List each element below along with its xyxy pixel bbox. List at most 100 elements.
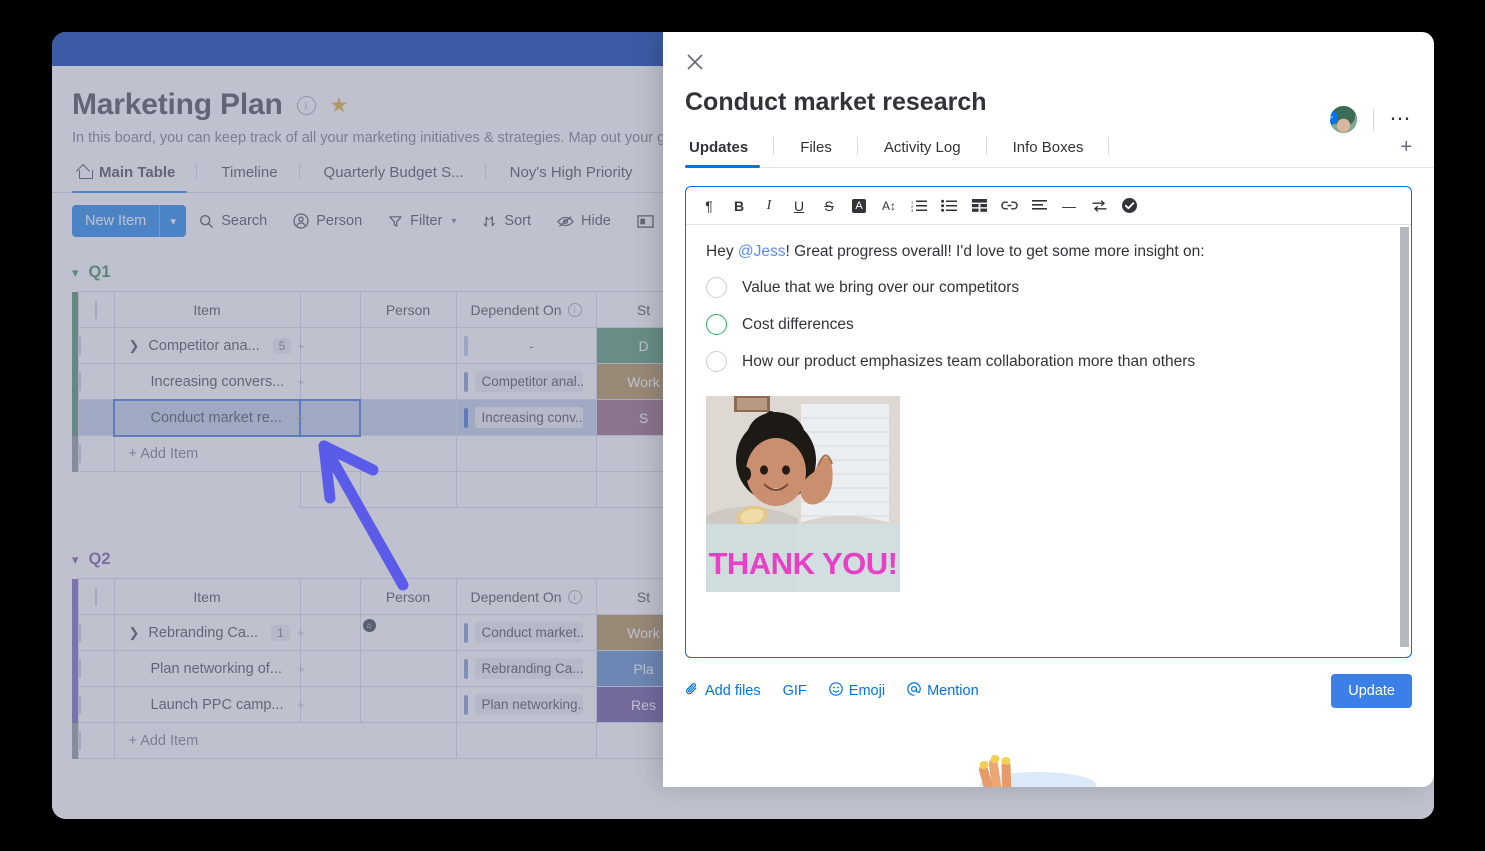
editor-scrollbar[interactable]: [1400, 227, 1409, 647]
person-cell[interactable]: [359, 650, 457, 687]
indent-icon[interactable]: [1084, 191, 1114, 221]
editor-content[interactable]: Hey @Jess! Great progress overall! I'd l…: [686, 225, 1411, 657]
chat-cell[interactable]: [299, 363, 361, 400]
person-cell[interactable]: [359, 363, 457, 400]
paragraph-icon[interactable]: ¶: [694, 191, 724, 221]
link-icon[interactable]: [994, 191, 1024, 221]
column-header-dependent-on[interactable]: Dependent On i: [455, 291, 597, 328]
column-header-person[interactable]: Person: [359, 291, 457, 328]
tab-updates[interactable]: Updates: [685, 133, 775, 168]
chat-cell[interactable]: [299, 650, 361, 687]
dependent-on-cell[interactable]: -: [455, 327, 597, 364]
dependency-value[interactable]: Competitor anal...: [474, 371, 583, 392]
add-tab-icon[interactable]: +: [1400, 136, 1412, 167]
strikethrough-icon[interactable]: S: [814, 191, 844, 221]
add-files-button[interactable]: Add files: [685, 682, 761, 700]
item-cell[interactable]: ❯ Competitor ana... 5: [113, 327, 301, 364]
row-select-cell[interactable]: [77, 686, 115, 723]
dependency-value[interactable]: Increasing conv...: [474, 407, 583, 428]
checklist-icon[interactable]: [1114, 191, 1144, 221]
chat-cell[interactable]: [299, 686, 361, 723]
update-button[interactable]: Update: [1331, 674, 1412, 708]
italic-icon[interactable]: I: [754, 191, 784, 221]
row-select-cell[interactable]: [77, 650, 115, 687]
person-cell[interactable]: [359, 327, 457, 364]
gif-button[interactable]: GIF: [783, 683, 807, 699]
row-select-cell[interactable]: [77, 327, 115, 364]
person-cell[interactable]: [359, 686, 457, 723]
chevron-down-icon[interactable]: ▾: [72, 265, 79, 281]
dependent-on-cell[interactable]: Conduct market...: [455, 614, 597, 651]
search-button[interactable]: Search: [186, 205, 280, 237]
close-icon[interactable]: [685, 52, 707, 74]
row-checkbox[interactable]: [78, 730, 81, 750]
more-options-icon[interactable]: ⋯: [1390, 109, 1413, 129]
row-select-cell[interactable]: [77, 722, 115, 759]
tab-noys-high-priority[interactable]: Noy's High Priority: [486, 160, 655, 192]
dependent-on-cell[interactable]: Plan networking...: [455, 686, 597, 723]
chat-cell[interactable]: [299, 614, 361, 651]
tab-main-table[interactable]: Main Table: [72, 160, 198, 193]
tab-quarterly-budget[interactable]: Quarterly Budget S...: [300, 160, 486, 192]
tab-timeline[interactable]: Timeline: [197, 160, 300, 192]
table-row[interactable]: Plan networking of... Rebranding Ca... P…: [72, 650, 692, 687]
item-cell[interactable]: Plan networking of...: [113, 650, 301, 687]
checkbox-circle-icon[interactable]: [706, 314, 727, 335]
emoji-button[interactable]: Emoji: [828, 682, 885, 700]
row-checkbox[interactable]: [78, 622, 81, 642]
chevron-down-icon[interactable]: ▾: [72, 552, 79, 568]
add-item-button[interactable]: + Add Item: [113, 722, 457, 759]
select-all-cell[interactable]: [77, 291, 115, 328]
mention-chip[interactable]: @Jess: [738, 243, 786, 260]
underline-icon[interactable]: U: [784, 191, 814, 221]
update-editor[interactable]: ¶ B I U S A A↕ 123 — Hey @Jess! Great pr…: [685, 186, 1412, 658]
checklist-item[interactable]: Cost differences: [706, 314, 1391, 335]
tab-info-boxes[interactable]: Info Boxes: [987, 133, 1110, 167]
filter-button[interactable]: Filter ▾: [375, 205, 469, 237]
info-icon[interactable]: i: [296, 95, 316, 115]
checklist-item[interactable]: Value that we bring over our competitors: [706, 277, 1391, 298]
table-row[interactable]: ❯ Competitor ana... 5 - D: [72, 327, 692, 364]
dependent-on-cell[interactable]: Increasing conv...: [455, 399, 597, 436]
dependency-value[interactable]: Conduct market...: [474, 622, 583, 643]
avatar[interactable]: +: [1329, 106, 1357, 133]
checkbox-circle-icon[interactable]: [706, 277, 727, 298]
tab-activity-log[interactable]: Activity Log: [858, 133, 987, 167]
tab-files[interactable]: Files: [774, 133, 858, 167]
add-item-row[interactable]: + Add Item: [72, 722, 692, 759]
bold-icon[interactable]: B: [724, 191, 754, 221]
select-all-checkbox[interactable]: [95, 587, 97, 606]
checkbox-circle-icon[interactable]: [706, 351, 727, 372]
row-checkbox[interactable]: [78, 407, 81, 427]
chevron-down-icon[interactable]: ▾: [160, 205, 186, 237]
column-header-dependent-on[interactable]: Dependent On i: [455, 578, 597, 615]
table-row[interactable]: Launch PPC camp... Plan networking... Re…: [72, 686, 692, 723]
item-cell[interactable]: Conduct market re...: [113, 398, 301, 437]
row-select-cell[interactable]: [77, 363, 115, 400]
chevron-down-icon[interactable]: ▾: [451, 216, 456, 227]
bulleted-list-icon[interactable]: [934, 191, 964, 221]
sort-button[interactable]: Sort: [469, 205, 544, 237]
dependent-on-cell[interactable]: Rebranding Ca...: [455, 650, 597, 687]
expand-row-icon[interactable]: ❯: [129, 338, 140, 354]
select-all-checkbox[interactable]: [95, 300, 97, 319]
row-select-cell[interactable]: [77, 614, 115, 651]
dependent-on-cell[interactable]: Competitor anal...: [455, 363, 597, 400]
hide-button[interactable]: Hide: [544, 205, 624, 237]
info-icon[interactable]: i: [567, 302, 582, 317]
person-filter-button[interactable]: Person: [280, 205, 375, 237]
dependency-value[interactable]: Plan networking...: [474, 694, 583, 715]
star-icon[interactable]: ★: [330, 95, 349, 116]
dependency-value[interactable]: Rebranding Ca...: [474, 658, 583, 679]
row-checkbox[interactable]: [78, 371, 81, 391]
table-icon[interactable]: [964, 191, 994, 221]
row-checkbox[interactable]: [78, 694, 81, 714]
row-select-cell[interactable]: [77, 435, 115, 472]
item-cell[interactable]: ❯ Rebranding Ca... 1: [113, 614, 301, 651]
divider-icon[interactable]: —: [1054, 191, 1084, 221]
row-checkbox[interactable]: [78, 335, 81, 355]
expand-row-icon[interactable]: ❯: [129, 625, 140, 641]
board-view-toggle[interactable]: [624, 205, 667, 237]
ordered-list-icon[interactable]: 123: [904, 191, 934, 221]
item-cell[interactable]: Launch PPC camp...: [113, 686, 301, 723]
